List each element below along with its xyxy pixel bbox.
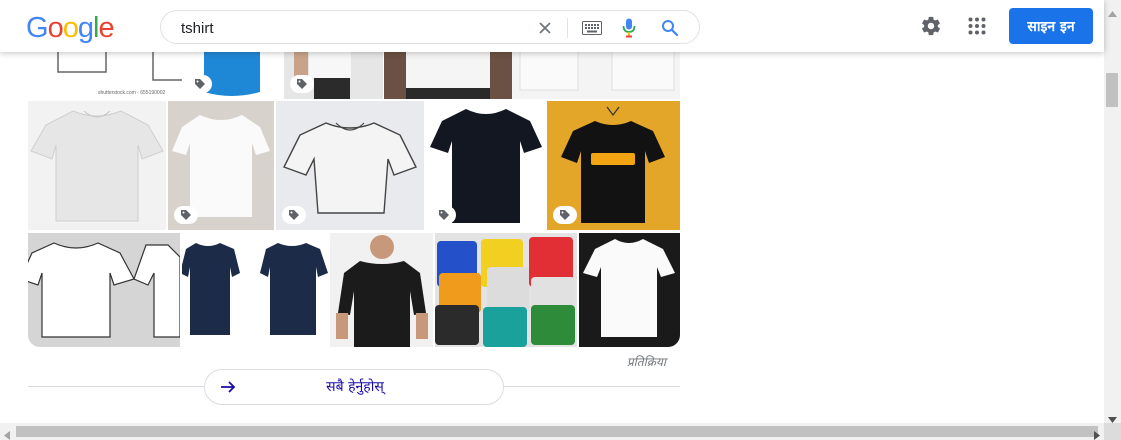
- logo-letter: o: [47, 12, 64, 44]
- shopping-tag-icon: [553, 206, 577, 224]
- divider-line: [28, 386, 204, 387]
- vertical-scrollbar[interactable]: [1104, 0, 1121, 423]
- image-results-grid: shutterstock.com · 655190002: [28, 0, 680, 347]
- image-result[interactable]: [435, 233, 577, 347]
- search-input[interactable]: [181, 18, 511, 38]
- shopping-tag-icon: [188, 75, 212, 93]
- image-result[interactable]: [330, 233, 433, 347]
- logo-letter: G: [26, 12, 49, 44]
- image-result[interactable]: [182, 233, 328, 347]
- logo-letter: g: [77, 12, 94, 44]
- search-icon[interactable]: [659, 17, 681, 39]
- image-result[interactable]: [579, 233, 680, 347]
- image-result[interactable]: [426, 101, 546, 230]
- apps-grid-icon[interactable]: [964, 13, 990, 39]
- scroll-up-icon[interactable]: [1108, 4, 1117, 22]
- vertical-scroll-thumb[interactable]: [1106, 73, 1118, 107]
- keyboard-icon[interactable]: [580, 17, 604, 39]
- scroll-left-icon[interactable]: [4, 427, 10, 440]
- close-icon[interactable]: [534, 17, 556, 39]
- image-result[interactable]: [28, 233, 180, 347]
- search-box: [160, 10, 700, 44]
- image-result[interactable]: [547, 101, 680, 230]
- sign-in-button[interactable]: साइन इन: [1009, 8, 1093, 44]
- shopping-tag-icon: [282, 206, 306, 224]
- divider-line: [504, 386, 680, 387]
- image-result[interactable]: [276, 101, 424, 230]
- see-all-label: सबै हेर्नुहोस्: [326, 379, 384, 395]
- shopping-tag-icon: [174, 206, 198, 224]
- image-watermark: shutterstock.com · 655190002: [98, 90, 165, 96]
- gear-icon[interactable]: [918, 13, 944, 39]
- logo-letter: o: [62, 12, 79, 44]
- scrollbar-corner: [1104, 423, 1121, 440]
- google-logo[interactable]: Google: [26, 12, 115, 44]
- shopping-tag-icon: [290, 75, 314, 93]
- feedback-link[interactable]: प्रतिक्रिया: [600, 353, 666, 370]
- logo-letter: e: [98, 12, 114, 44]
- scroll-right-icon[interactable]: [1094, 427, 1100, 440]
- mic-icon[interactable]: [618, 17, 640, 39]
- search-divider: [567, 18, 568, 38]
- shopping-tag-icon: [432, 206, 456, 224]
- see-all-button[interactable]: सबै हेर्नुहोस्: [204, 369, 504, 405]
- image-result[interactable]: [168, 101, 274, 230]
- top-header: Google tshirt साइन इन: [0, 0, 1104, 52]
- image-result[interactable]: [28, 101, 166, 230]
- horizontal-scroll-thumb[interactable]: [16, 426, 1098, 437]
